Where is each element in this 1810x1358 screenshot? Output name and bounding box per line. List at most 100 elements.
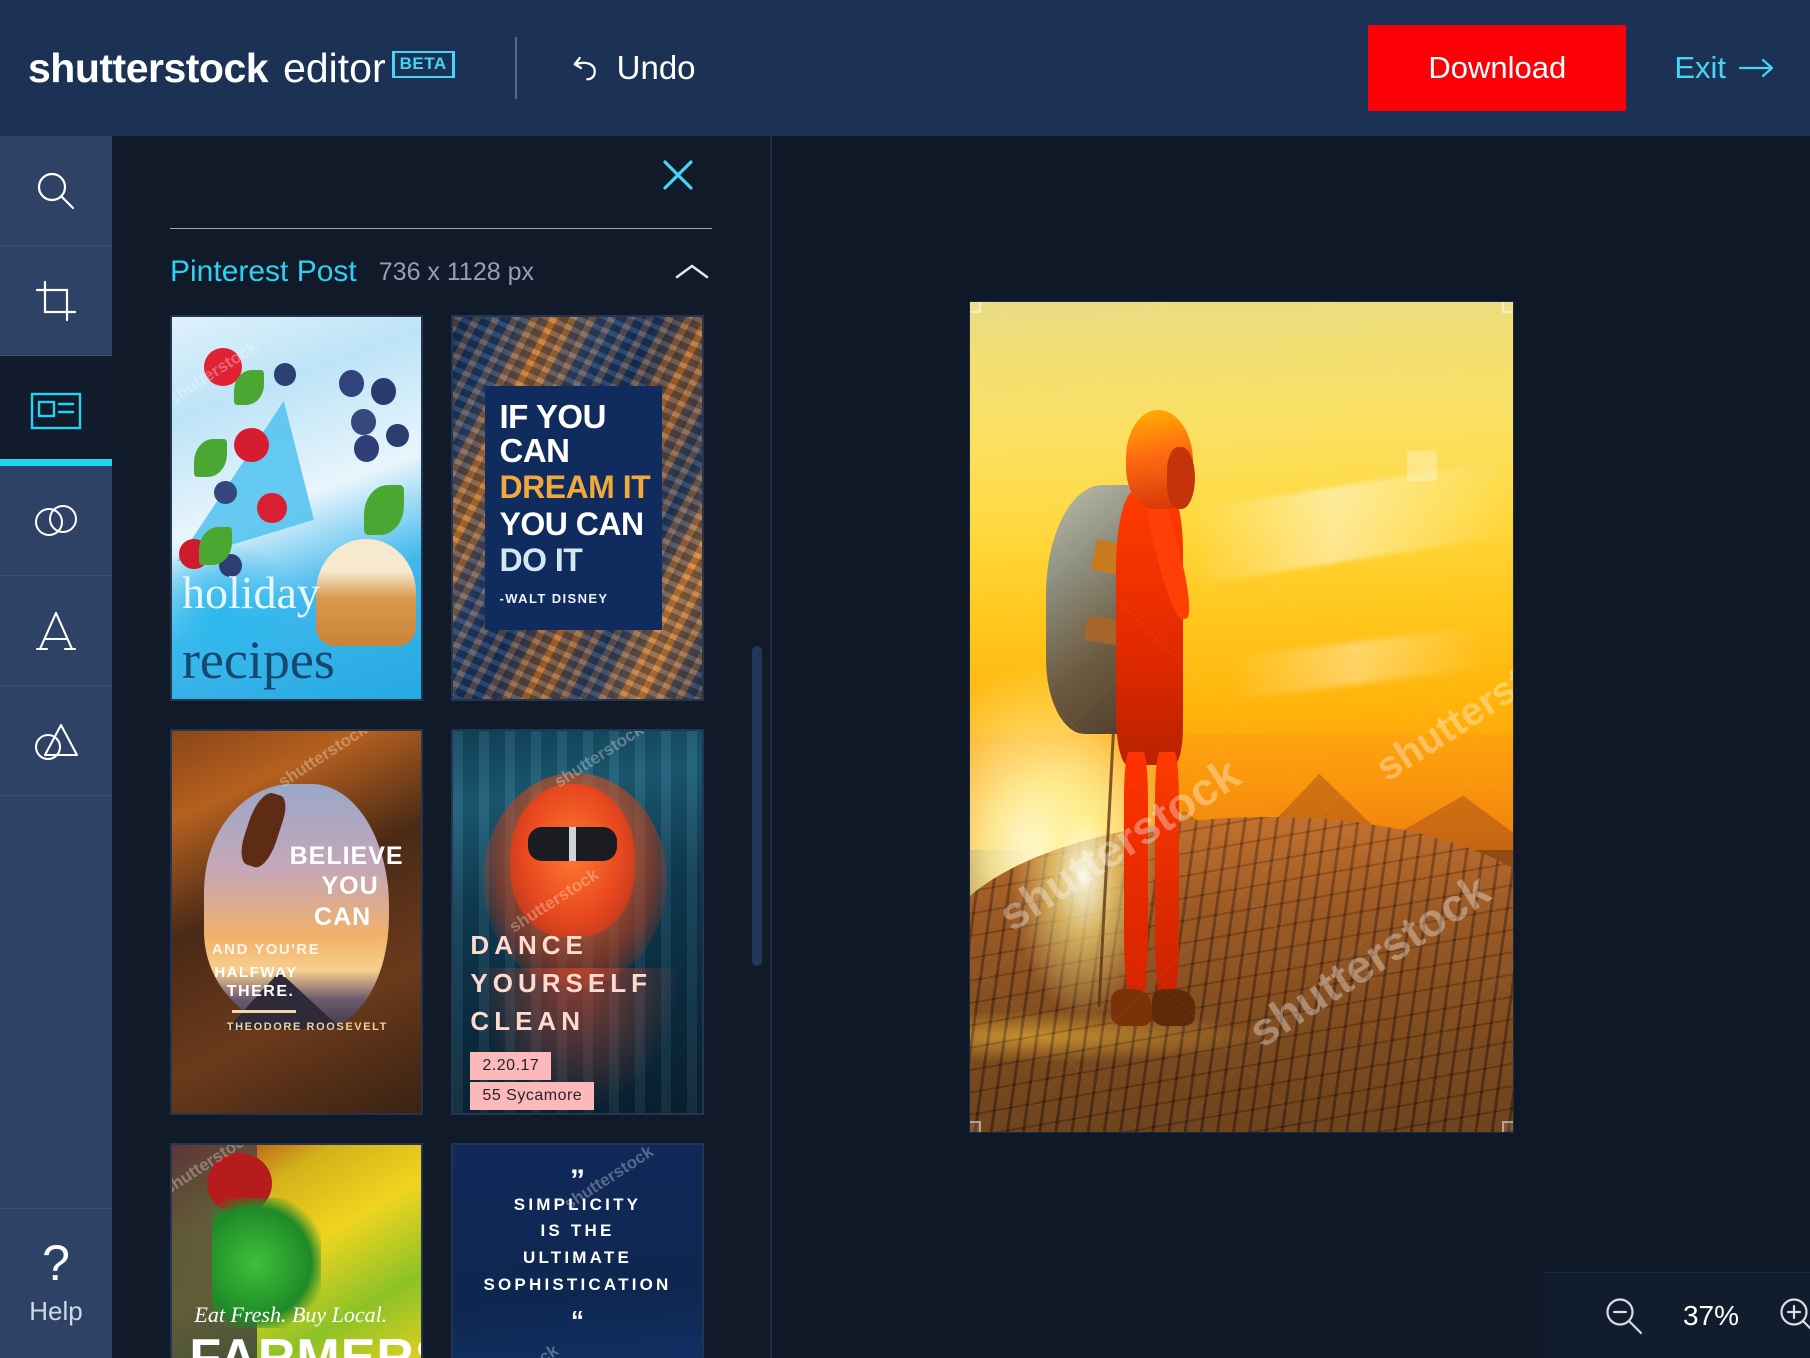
berry-shape [256,492,287,524]
zoom-out-icon[interactable] [1602,1294,1646,1338]
undo-label: Undo [616,49,696,86]
sidebar-item-overlays[interactable] [0,466,112,576]
shapes-icon [34,723,79,760]
blueberry-shape [214,481,237,505]
template-line-4: YOU CAN [499,505,645,542]
quote-close-mark: “ [571,1305,584,1336]
overlapping-circles-icon [35,504,77,536]
template-attribution: THEODORE ROOSEVELT [226,1021,388,1034]
sidebar-item-search[interactable] [0,136,112,246]
divider-rule [231,1009,297,1013]
berry-shape [234,427,270,463]
help-label: Help [29,1295,83,1326]
template-attribution: -WALT DISNEY [499,591,609,607]
panel-close-row [112,136,770,214]
mint-leaf-shape [194,439,227,478]
help-button[interactable]: ? Help [0,1208,112,1358]
download-button[interactable]: Download [1368,25,1627,111]
template-card-believe-you-can[interactable]: BELIEVE YOU CAN AND YOU'RE HALFWAY THERE… [170,729,423,1115]
template-card-dance-yourself-clean[interactable]: DANCE YOURSELF CLEAN 2.20.17 55 Sycamore… [451,729,704,1115]
app-logo[interactable]: shutterstock editor BETA [0,45,455,92]
selection-handle[interactable] [970,302,981,313]
template-thumb-art: DANCE YOURSELF CLEAN 2.20.17 55 Sycamore… [453,731,702,1113]
quote-open-mark: ” [570,1164,585,1198]
search-icon [37,172,75,209]
section-title: Pinterest Post [170,255,357,288]
template-line-3: CLEAN [470,1006,585,1037]
template-line-3: ULTIMATE [522,1248,632,1268]
letter-a-icon [35,611,77,650]
zoom-in-icon[interactable] [1776,1294,1810,1338]
template-line-5: HALFWAY [214,964,298,982]
mint-leaf-shape [363,485,404,535]
simplicity-artwork: ” SIMPLICITY IS THE ULTIMATE SOPHISTICAT… [453,1145,702,1358]
selection-handle[interactable] [970,1121,981,1132]
undo-arrow-icon [573,56,596,81]
exit-label: Exit [1674,50,1726,85]
sidebar-item-shapes[interactable] [0,686,112,796]
template-thumb-art: holiday recipes shutterstock [172,317,421,699]
blueberry-shape [386,423,409,447]
zoom-level-label: 37% [1682,1299,1740,1331]
template-card-farmers-market[interactable]: Eat Fresh. Buy Local. FARMERS MARKET Wed… [170,1143,423,1358]
exit-button[interactable]: Exit [1674,50,1776,86]
template-card-simplicity[interactable]: ” SIMPLICITY IS THE ULTIMATE SOPHISTICAT… [451,1143,704,1358]
section-size-label: 736 x 1128 px [378,257,534,286]
shoe-shape [1110,988,1152,1027]
sidebar-item-templates[interactable] [0,356,112,466]
template-line-2: CAN [499,432,571,470]
template-line-4: SOPHISTICATION [483,1274,672,1294]
artboard[interactable]: shutterstock shutterstock shutterstock [970,302,1513,1132]
template-line-3: DREAM IT [499,468,651,505]
believe-you-can-artwork: BELIEVE YOU CAN AND YOU'RE HALFWAY THERE… [172,731,421,1113]
mint-leaf-shape [234,370,265,405]
template-line-4: AND YOU'RE [211,941,321,959]
quote-panel: IF YOU CAN DREAM IT YOU CAN DO IT -WALT … [485,385,663,631]
header-divider [514,37,517,99]
template-line-3: CAN [314,902,372,931]
selection-handle[interactable] [1502,302,1513,313]
beta-badge: BETA [391,50,455,78]
shutterstock-watermark: shutterstock [466,1340,562,1358]
leg-shape [1124,752,1148,1002]
chevron-up-icon[interactable] [672,260,712,284]
sidebar-item-text[interactable] [0,576,112,686]
close-x-icon[interactable] [660,157,696,193]
template-line-5: DO IT [499,542,583,579]
template-thumb-art: Eat Fresh. Buy Local. FARMERS MARKET Wed… [172,1145,421,1358]
selection-handle[interactable] [1502,1121,1513,1132]
sunglasses-shape [527,826,618,861]
section-header-pinterest-post[interactable]: Pinterest Post 736 x 1128 px [112,229,770,289]
panel-scrollbar[interactable] [752,646,762,966]
dream-it-artwork: IF YOU CAN DREAM IT YOU CAN DO IT -WALT … [453,317,702,699]
template-thumb-art: IF YOU CAN DREAM IT YOU CAN DO IT -WALT … [453,317,702,699]
template-line-1: BELIEVE [289,841,404,870]
shutterstock-watermark: shutterstock [274,731,371,792]
bottom-toolbar: 37% 736 x 1128 px [1544,1272,1810,1358]
template-line-1: Eat Fresh. Buy Local. [194,1301,388,1327]
dance-yourself-clean-artwork: DANCE YOURSELF CLEAN 2.20.17 55 Sycamore… [453,731,702,1113]
logo-brand-text: shutterstock [28,44,269,91]
canvas-area[interactable]: shutterstock shutterstock shutterstock 3… [772,136,1810,1358]
undo-button[interactable]: Undo [571,49,696,87]
template-card-dream-it[interactable]: IF YOU CAN DREAM IT YOU CAN DO IT -WALT … [451,315,704,701]
template-line-2: IS THE [540,1221,615,1241]
template-thumb-art: ” SIMPLICITY IS THE ULTIMATE SOPHISTICAT… [453,1145,702,1358]
crop-icon [35,280,77,321]
template-line-2: YOU [321,872,379,901]
rail-spacer [0,796,112,1208]
template-list-scroll[interactable]: holiday recipes shutterstock IF YOU CAN … [112,289,770,1358]
cake-slice-shape [176,401,314,562]
hiker-figure [1046,409,1241,1033]
question-mark-icon: ? [42,1234,70,1291]
blueberry-shape [353,435,379,463]
template-line-1: SIMPLICITY [513,1194,642,1214]
blueberry-shape [274,362,297,386]
template-grid: holiday recipes shutterstock IF YOU CAN … [170,315,712,1358]
template-card-holiday-recipes[interactable]: holiday recipes shutterstock [170,315,423,701]
leg-shape [1155,752,1179,1002]
face-shape [1167,447,1195,510]
template-badge-address: 55 Sycamore [470,1082,595,1111]
sidebar-item-crop[interactable] [0,246,112,356]
template-icon [30,392,82,430]
